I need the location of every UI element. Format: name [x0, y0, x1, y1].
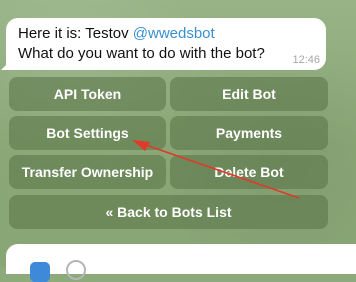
attach-icon[interactable]	[30, 262, 50, 282]
transfer-ownership-button[interactable]: Transfer Ownership	[9, 155, 166, 189]
message-composer[interactable]	[6, 244, 356, 282]
api-token-button[interactable]: API Token	[9, 77, 166, 111]
bot-message-bubble: Here it is: Testov @wwedsbot What do you…	[6, 18, 326, 70]
message-line-2: What do you want to do with the bot?	[18, 45, 265, 62]
bot-username-mention[interactable]: @wwedsbot	[133, 25, 215, 42]
delete-bot-button[interactable]: Delete Bot	[170, 155, 328, 189]
edit-bot-button[interactable]: Edit Bot	[170, 77, 328, 111]
emoji-icon[interactable]	[66, 260, 86, 280]
back-to-bots-list-button[interactable]: « Back to Bots List	[9, 195, 328, 229]
payments-button[interactable]: Payments	[170, 116, 328, 150]
bot-settings-button[interactable]: Bot Settings	[9, 116, 166, 150]
message-timestamp: 12:46	[292, 54, 320, 66]
message-line-1: Here it is: Testov @wwedsbot	[18, 24, 316, 44]
message-text: Here it is: Testov	[18, 25, 133, 42]
